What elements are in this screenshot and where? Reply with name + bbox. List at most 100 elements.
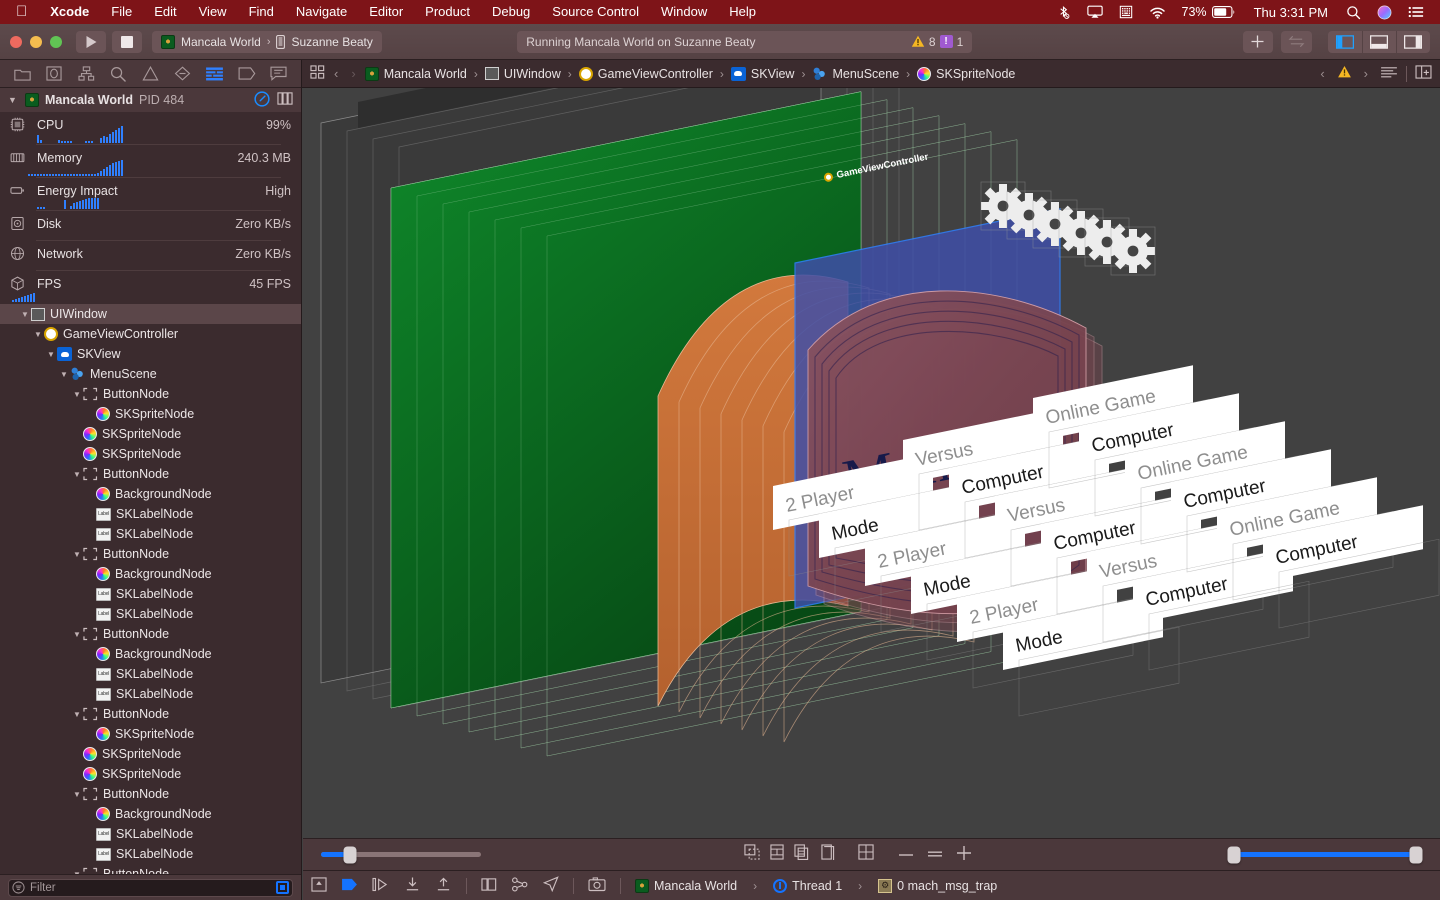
scheme-selector[interactable]: Mancala World › Suzanne Beaty (152, 30, 382, 53)
battery-status[interactable]: 73% (1174, 0, 1244, 24)
chevron-down-icon[interactable]: ▼ (71, 550, 83, 559)
chevron-down-icon[interactable]: ▼ (58, 370, 70, 379)
tree-row-buttonnode[interactable]: ▼ ButtonNode (0, 384, 301, 404)
tree-row-buttonnode[interactable]: ▼ ButtonNode (0, 704, 301, 724)
zoom-in-plus-icon[interactable] (956, 845, 972, 865)
add-editor-icon[interactable] (1415, 65, 1432, 82)
add-button[interactable] (1242, 30, 1273, 53)
clipped-content-icon[interactable] (743, 844, 760, 865)
chevron-down-icon[interactable]: ▼ (71, 710, 83, 719)
gauge-network[interactable]: Network Zero KB/s (0, 241, 301, 271)
zoom-button[interactable] (50, 35, 62, 48)
tree-row-sklabelnode[interactable]: Label SKLabelNode (0, 604, 301, 624)
chevron-down-icon[interactable]: ▼ (71, 390, 83, 399)
tree-row-backgroundnode[interactable]: BackgroundNode (0, 804, 301, 824)
menu-item-help[interactable]: Help (718, 0, 767, 24)
chevron-down-icon[interactable]: ▼ (19, 310, 31, 319)
folder-icon[interactable] (10, 64, 34, 84)
menu-item-debug[interactable]: Debug (481, 0, 541, 24)
wifi-icon[interactable] (1141, 6, 1174, 19)
process-header-row[interactable]: ▼ Mancala World PID 484 (0, 88, 301, 112)
debug-view-hierarchy-icon[interactable] (481, 877, 497, 895)
chevron-left-icon[interactable]: ‹ (330, 66, 342, 81)
tree-row-backgroundnode[interactable]: BackgroundNode (0, 644, 301, 664)
view-debugger-canvas[interactable]: Mancala2 PlayerMode2 PlayerMode2 PlayerM… (303, 88, 1440, 838)
tree-row-skspritenode[interactable]: SKSpriteNode (0, 444, 301, 464)
menu-item-file[interactable]: File (100, 0, 143, 24)
tree-row-skspritenode[interactable]: SKSpriteNode (0, 724, 301, 744)
tree-row-sklabelnode[interactable]: Label SKLabelNode (0, 524, 301, 544)
step-out-icon[interactable] (435, 876, 452, 895)
swap-arrows-icon[interactable] (1280, 30, 1312, 53)
breakpoint-tag-icon[interactable] (235, 64, 259, 84)
menu-item-edit[interactable]: Edit (143, 0, 187, 24)
debug-breadcrumb-process[interactable]: Mancala World (635, 878, 737, 893)
gauge-memory[interactable]: Memory 240.3 MB (0, 145, 301, 178)
take-screenshot-icon[interactable] (588, 876, 606, 895)
tree-row-buttonnode[interactable]: ▼ ButtonNode (0, 464, 301, 484)
tree-row-buttonnode[interactable]: ▼ ButtonNode (0, 544, 301, 564)
chevron-right-icon[interactable]: › (347, 66, 359, 81)
keyboard-viewer-icon[interactable] (1111, 5, 1141, 19)
search-icon[interactable] (106, 64, 130, 84)
stop-button[interactable] (112, 30, 142, 53)
breadcrumb-item-sksprite[interactable]: SKSpriteNode (917, 66, 1015, 81)
run-button[interactable] (76, 30, 106, 53)
tree-row-skspritenode[interactable]: SKSpriteNode (0, 404, 301, 424)
symbol-hierarchy-icon[interactable] (74, 64, 98, 84)
menu-item-navigate[interactable]: Navigate (285, 0, 358, 24)
tree-row-sklabelnode[interactable]: Label SKLabelNode (0, 844, 301, 864)
chevron-down-icon[interactable]: ▼ (71, 470, 83, 479)
zoom-actual-size-icon[interactable] (927, 846, 943, 863)
debug-breadcrumb-frame[interactable]: ⚙ 0 mach_msg_trap (878, 878, 997, 893)
close-button[interactable] (10, 35, 22, 48)
gauge-energy[interactable]: Energy Impact High (0, 178, 301, 211)
tree-row-backgroundnode[interactable]: BackgroundNode (0, 484, 301, 504)
tree-row-skview[interactable]: ▼ SKView (0, 344, 301, 364)
bluetooth-disabled-icon[interactable] (1048, 5, 1079, 20)
search-input[interactable]: Filter (8, 878, 293, 897)
chevron-down-icon[interactable]: ▼ (32, 330, 44, 339)
breadcrumb-item-gameviewcontroller[interactable]: GameViewController (578, 66, 713, 81)
chevron-down-icon[interactable]: ▼ (8, 95, 19, 105)
tree-row-buttonnode[interactable]: ▼ ButtonNode (0, 624, 301, 644)
menu-item-find[interactable]: Find (238, 0, 285, 24)
tree-row-gameviewcontroller[interactable]: ▼ GameViewController (0, 324, 301, 344)
memory-graph-icon[interactable] (511, 876, 529, 895)
menubar-clock[interactable]: Thu 3:31 PM (1244, 5, 1338, 20)
zoom-range-slider[interactable] (1227, 846, 1423, 863)
tree-row-backgroundnode[interactable]: BackgroundNode (0, 564, 301, 584)
tree-row-skspritenode[interactable]: SKSpriteNode (0, 744, 301, 764)
apple-logo-icon[interactable]:  (8, 4, 39, 21)
tree-row-sklabelnode[interactable]: Label SKLabelNode (0, 584, 301, 604)
tree-row-skspritenode[interactable]: SKSpriteNode (0, 424, 301, 444)
issue-prev-chevron-icon[interactable]: ‹ (1316, 66, 1328, 81)
grid-orientation-icon[interactable] (857, 844, 874, 865)
exploded-view-scene[interactable]: Mancala2 PlayerMode2 PlayerMode2 PlayerM… (303, 88, 1440, 838)
minimize-button[interactable] (30, 35, 42, 48)
siri-icon[interactable] (1369, 5, 1400, 20)
gauge-disk[interactable]: Disk Zero KB/s (0, 211, 301, 241)
tree-row-sklabelnode[interactable]: Label SKLabelNode (0, 684, 301, 704)
slider-knob[interactable] (343, 846, 357, 863)
gauge-meter-icon[interactable] (254, 90, 270, 110)
tree-row-sklabelnode[interactable]: Label SKLabelNode (0, 824, 301, 844)
toggle-navigator-icon[interactable] (1328, 31, 1362, 53)
view-frames-icon[interactable] (820, 843, 836, 866)
menu-item-window[interactable]: Window (650, 0, 718, 24)
issue-next-chevron-icon[interactable]: › (1360, 66, 1372, 81)
tree-row-buttonnode[interactable]: ▼ ButtonNode (0, 784, 301, 804)
tree-row-uiwindow[interactable]: ▼ UIWindow (0, 304, 301, 324)
issue-counts[interactable]: 8 ! 1 (911, 35, 963, 49)
toggle-debug-area-icon[interactable] (1361, 30, 1396, 53)
slider-knob-min[interactable] (1227, 846, 1241, 863)
menu-item-view[interactable]: View (188, 0, 238, 24)
continue-execution-icon[interactable] (341, 878, 358, 894)
tree-row-menuscene[interactable]: ▼ MenuScene (0, 364, 301, 384)
hide-debug-area-icon[interactable] (311, 876, 327, 895)
chevron-down-icon[interactable]: ▼ (71, 790, 83, 799)
menu-item-editor[interactable]: Editor (358, 0, 414, 24)
simulate-location-icon[interactable] (542, 876, 559, 895)
menu-item-xcode[interactable]: Xcode (39, 0, 100, 24)
breadcrumb-item-project[interactable]: Mancala World (364, 66, 467, 81)
